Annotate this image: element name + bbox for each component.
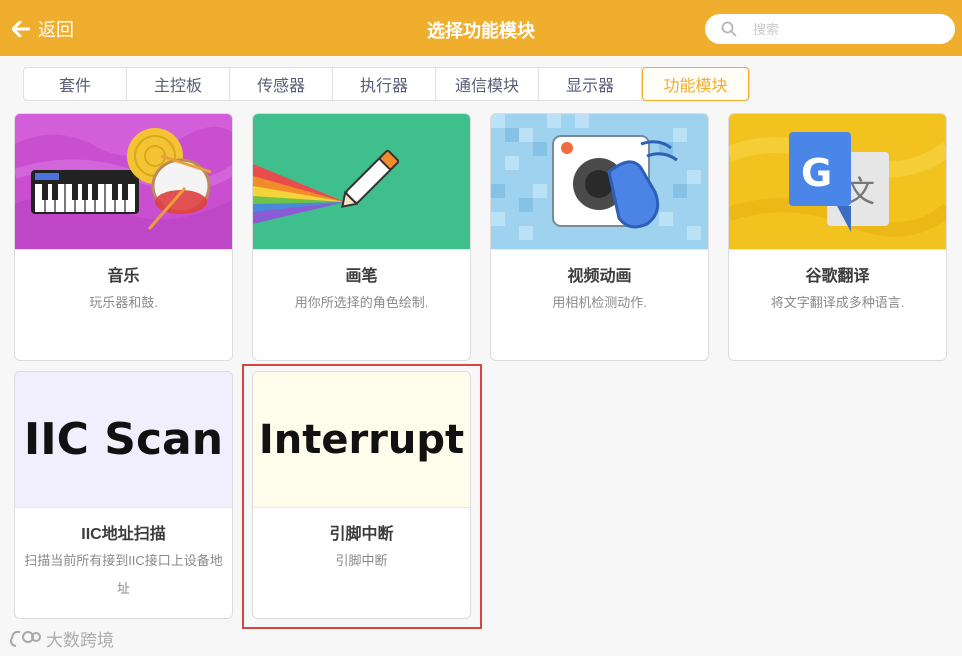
extension-card-video-sensing[interactable]: 视频动画 用相机检测动作.: [490, 113, 709, 361]
iic-scan-banner: IIC Scan: [15, 372, 232, 507]
banner-text: Interrupt: [258, 416, 465, 463]
top-bar: 返回 选择功能模块: [0, 0, 962, 56]
tab-display[interactable]: 显示器: [539, 68, 642, 100]
card-title: 画笔: [345, 268, 378, 285]
watermark: 大数跨境: [8, 626, 114, 651]
tab-function-module[interactable]: 功能模块: [642, 67, 749, 101]
card-description: 用相机检测动作.: [552, 295, 647, 310]
card-description: 引脚中断: [335, 553, 388, 568]
tab-actuator[interactable]: 执行器: [333, 68, 436, 100]
extension-card-music[interactable]: 音乐 玩乐器和鼓.: [14, 113, 233, 361]
card-description: 扫描当前所有接到IIC接口上设备地址: [24, 553, 223, 596]
piano-drum-icon: [15, 114, 232, 249]
extension-card-interrupt[interactable]: Interrupt 引脚中断 引脚中断: [252, 371, 471, 619]
card-title: 视频动画: [567, 268, 632, 285]
pen-illustration: [253, 114, 470, 249]
search-input[interactable]: [753, 21, 943, 37]
search-icon: [721, 21, 737, 37]
interrupt-banner: Interrupt: [253, 372, 470, 507]
banner-text: IIC Scan: [23, 414, 224, 465]
card-description: 用你所选择的角色绘制.: [294, 295, 429, 310]
extension-card-iic-scan[interactable]: IIC Scan IIC地址扫描 扫描当前所有接到IIC接口上设备地址: [14, 371, 233, 619]
svg-text:G: G: [801, 151, 832, 195]
google-translate-icon: 文 G: [729, 114, 946, 249]
category-tabs: 套件 主控板 传感器 执行器 通信模块 显示器 功能模块: [23, 67, 750, 101]
video-illustration: [491, 114, 708, 249]
search-box[interactable]: [705, 14, 955, 44]
extension-card-pen[interactable]: 画笔 用你所选择的角色绘制.: [252, 113, 471, 361]
tab-kit[interactable]: 套件: [24, 68, 127, 100]
card-title: 引脚中断: [329, 526, 394, 543]
extension-card-translate[interactable]: 文 G 谷歌翻译 将文字翻译成多种语言.: [728, 113, 947, 361]
card-description: 玩乐器和鼓.: [89, 295, 158, 310]
music-illustration: [15, 114, 232, 249]
camera-hand-icon: [491, 114, 708, 249]
watermark-logo-icon: [9, 630, 41, 647]
watermark-text: 大数跨境: [46, 631, 114, 650]
translate-illustration: 文 G: [729, 114, 946, 249]
tab-sensor[interactable]: 传感器: [230, 68, 333, 100]
pen-icon: [253, 114, 470, 249]
card-description: 将文字翻译成多种语言.: [770, 295, 905, 310]
card-title: 音乐: [107, 268, 140, 285]
card-title: 谷歌翻译: [805, 268, 870, 285]
tab-main-board[interactable]: 主控板: [127, 68, 230, 100]
tab-communication[interactable]: 通信模块: [436, 68, 539, 100]
card-title: IIC地址扫描: [81, 526, 166, 543]
